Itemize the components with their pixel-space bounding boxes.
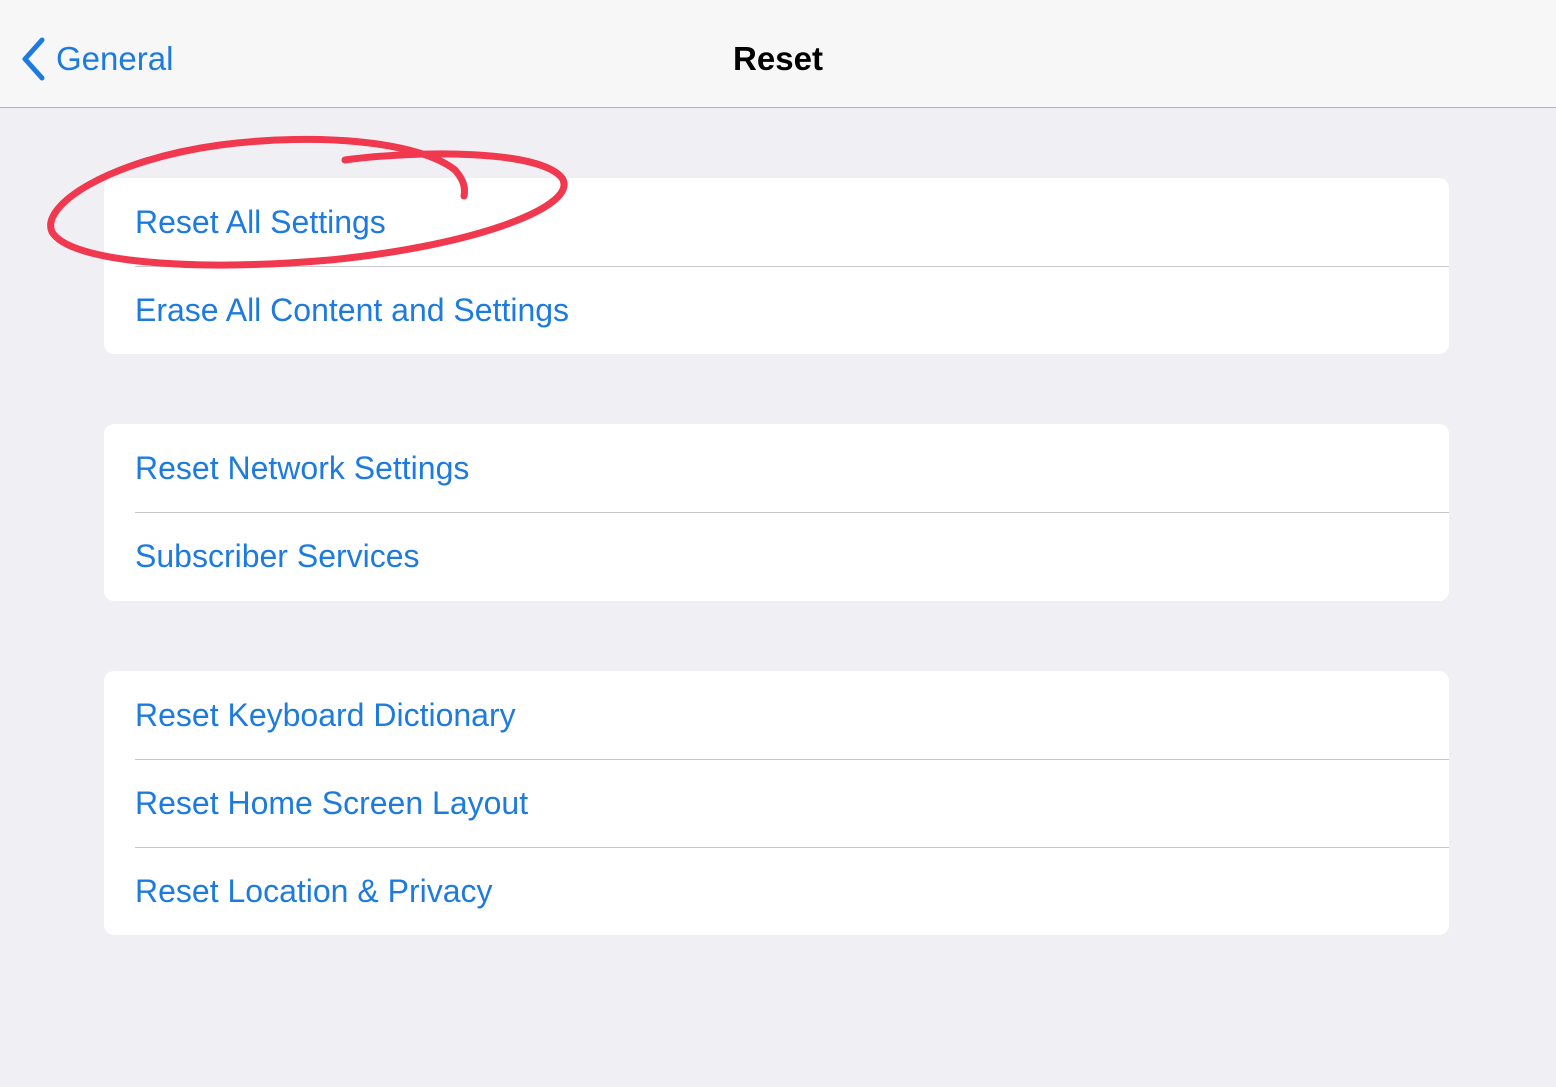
row-label: Subscriber Services xyxy=(135,537,420,574)
row-label: Reset All Settings xyxy=(135,203,386,240)
row-label: Reset Keyboard Dictionary xyxy=(135,696,516,733)
reset-location-privacy-row[interactable]: Reset Location & Privacy xyxy=(104,847,1449,935)
row-label: Reset Network Settings xyxy=(135,449,470,486)
navigation-bar: General Reset xyxy=(0,0,1556,108)
reset-group-network: Reset Network Settings Subscriber Servic… xyxy=(104,424,1449,601)
reset-group-misc: Reset Keyboard Dictionary Reset Home Scr… xyxy=(104,671,1449,935)
subscriber-services-row[interactable]: Subscriber Services xyxy=(104,512,1449,600)
reset-home-screen-layout-row[interactable]: Reset Home Screen Layout xyxy=(104,759,1449,847)
erase-all-content-row[interactable]: Erase All Content and Settings xyxy=(104,266,1449,354)
row-label: Reset Home Screen Layout xyxy=(135,784,529,821)
row-label: Erase All Content and Settings xyxy=(135,291,570,328)
reset-network-settings-row[interactable]: Reset Network Settings xyxy=(104,424,1449,512)
reset-group-general: Reset All Settings Erase All Content and… xyxy=(104,178,1449,354)
row-label: Reset Location & Privacy xyxy=(135,872,493,909)
reset-keyboard-dictionary-row[interactable]: Reset Keyboard Dictionary xyxy=(104,671,1449,759)
reset-all-settings-row[interactable]: Reset All Settings xyxy=(104,178,1449,266)
page-title: Reset xyxy=(733,40,823,77)
